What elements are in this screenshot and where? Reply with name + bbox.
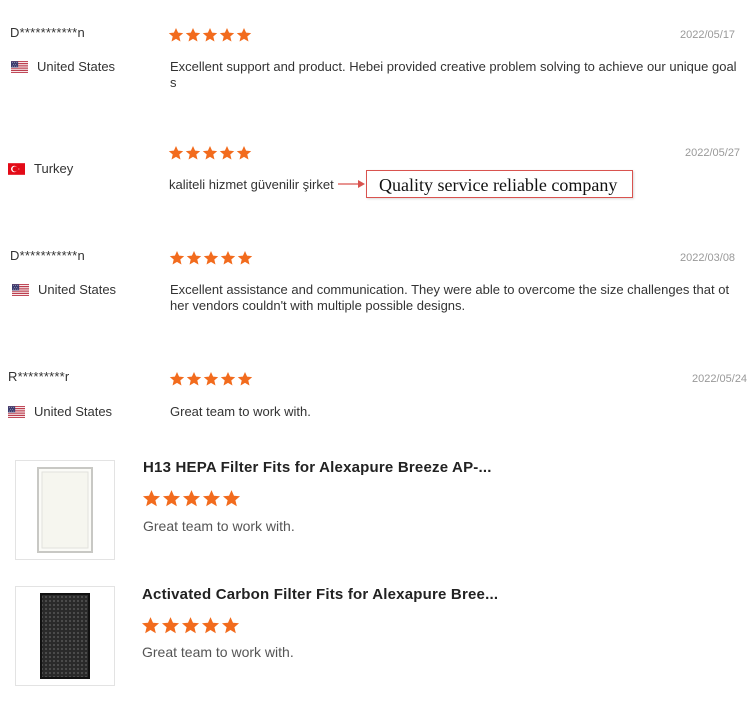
carbon-filter-image (40, 593, 90, 679)
country-label: United States (34, 404, 113, 419)
star-icon (161, 616, 180, 635)
reviewer-country: United States (12, 282, 116, 297)
review-text: Excellent assistance and communication. … (170, 282, 729, 314)
reviewer-country: United States (8, 404, 112, 419)
review-text-line: s (170, 75, 177, 90)
product-title[interactable]: Activated Carbon Filter Fits for Alexapu… (142, 586, 498, 603)
turkey-flag-icon (8, 163, 25, 175)
star-icon (185, 27, 201, 43)
reviewer-country: Turkey (8, 161, 73, 176)
review-text-line: Excellent support and product. Hebei pro… (170, 59, 737, 74)
review-date: 2022/05/27 (685, 147, 741, 159)
hepa-filter-image (37, 467, 93, 553)
star-icon (236, 145, 252, 161)
star-icon (202, 489, 221, 508)
star-icon (186, 371, 202, 387)
product-image[interactable] (15, 460, 115, 560)
country-label: United States (37, 59, 116, 74)
star-icon (222, 489, 241, 508)
star-icon (141, 616, 160, 635)
translation-callout: Quality service reliable company (366, 170, 633, 198)
rating-stars (168, 27, 252, 43)
rating-stars (169, 371, 253, 387)
star-icon (162, 489, 181, 508)
star-icon (237, 371, 253, 387)
star-icon (220, 371, 236, 387)
product-comment: Great team to work with. (142, 644, 294, 660)
rating-stars (168, 145, 252, 161)
star-icon (142, 489, 161, 508)
country-label: United States (38, 282, 117, 297)
star-icon (220, 250, 236, 266)
star-icon (168, 27, 184, 43)
product-title[interactable]: H13 HEPA Filter Fits for Alexapure Breez… (143, 459, 492, 476)
star-icon (185, 145, 201, 161)
star-icon (186, 250, 202, 266)
star-icon (181, 616, 200, 635)
star-icon (201, 616, 220, 635)
arrow-icon (338, 180, 365, 188)
star-icon (202, 145, 218, 161)
rating-stars (141, 616, 240, 635)
country-label: Turkey (34, 161, 74, 176)
review-date: 2022/03/08 (680, 252, 736, 264)
review-date: 2022/05/17 (680, 29, 736, 41)
reviewer-country: United States (11, 59, 115, 74)
product-comment: Great team to work with. (143, 518, 295, 534)
reviewer-name: D***********n (10, 25, 85, 40)
reviewer-name: R*********r (8, 369, 70, 384)
review-text: Great team to work with. (170, 404, 311, 419)
star-icon (221, 616, 240, 635)
review-text: kaliteli hizmet güvenilir şirket (169, 177, 334, 192)
star-icon (203, 371, 219, 387)
star-icon (236, 27, 252, 43)
star-icon (168, 145, 184, 161)
star-icon (169, 371, 185, 387)
product-image[interactable] (15, 586, 115, 686)
review-text: Excellent support and product. Hebei pro… (170, 59, 737, 91)
us-flag-icon (12, 284, 29, 296)
star-icon (237, 250, 253, 266)
star-icon (182, 489, 201, 508)
us-flag-icon (8, 406, 25, 418)
star-icon (169, 250, 185, 266)
review-text-line: Excellent assistance and communication. … (170, 282, 730, 297)
star-icon (219, 27, 235, 43)
rating-stars (169, 250, 253, 266)
review-date: 2022/05/24 (692, 373, 748, 385)
rating-stars (142, 489, 241, 508)
star-icon (202, 27, 218, 43)
star-icon (203, 250, 219, 266)
us-flag-icon (11, 61, 28, 73)
star-icon (219, 145, 235, 161)
reviewer-name: D***********n (10, 248, 85, 263)
review-text-line: her vendors couldn't with multiple possi… (170, 298, 466, 313)
